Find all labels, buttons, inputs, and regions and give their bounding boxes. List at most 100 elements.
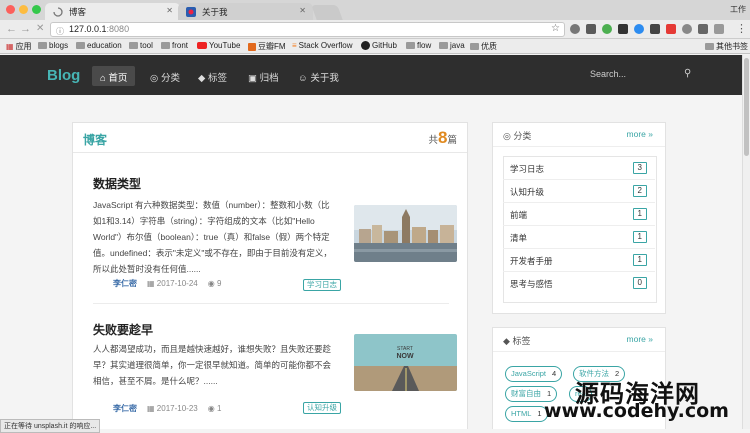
nav-item-tags[interactable]: ◆ 标签 [190,66,235,86]
tag-pill[interactable]: JavaScript 4 [505,366,563,382]
archive-icon: ▣ [248,73,257,84]
bookmark-youtube[interactable]: YouTube [197,41,240,50]
minimize-window-button[interactable] [19,5,28,14]
extension-icon[interactable] [586,24,596,34]
url-port: :8080 [106,24,130,34]
site-logo[interactable]: Blog [47,67,80,84]
extension-icon[interactable] [682,24,692,34]
eye-icon: ◉ [207,404,215,413]
tab-blog[interactable]: 博客 ✕ [45,3,180,20]
youtube-icon [197,42,207,49]
category-item[interactable]: 思考与感悟 0 [503,272,655,295]
bookmarks-bar: ▦ 应用 blogs education tool front YouTube 豆… [0,39,750,54]
bookmark-stackoverflow[interactable]: ≡ Stack Overflow [292,41,352,50]
bookmark-java[interactable]: java [439,41,465,50]
user-icon: ☺ [298,73,308,84]
folder-icon [161,42,170,49]
url-host: 127.0.0.1 [69,24,107,34]
search-icon[interactable]: ⚲ [684,68,691,79]
extension-icon[interactable] [698,24,708,34]
post-tag[interactable]: 学习日志 [303,279,341,291]
tab-about[interactable]: 关于我 ✕ [178,3,313,20]
nav-item-archive[interactable]: ▣ 归档 [240,66,287,86]
post-author[interactable]: 李仁密 [113,403,137,414]
bookmark-apps[interactable]: ▦ 应用 [6,41,32,52]
category-item[interactable]: 清单 1 [503,226,655,249]
nav-item-about[interactable]: ☺ 关于我 [290,66,347,86]
menu-icon[interactable]: ⋮ [736,22,747,35]
bookmark-github[interactable]: GitHub [361,41,397,50]
search-input[interactable]: Search... [590,69,626,79]
scrollbar-thumb[interactable] [744,58,749,156]
tag-panel-title: ◆ 标签 [503,336,531,346]
post-title[interactable]: 失败要趁早 [93,321,153,338]
zoom-window-button[interactable] [32,5,41,14]
category-item[interactable]: 认知升级 2 [503,180,655,203]
post-author[interactable]: 李仁密 [113,278,137,289]
extension-icon[interactable] [650,24,660,34]
window-profile-label[interactable]: 工作 [730,4,746,15]
post-item: 失败要趁早 人人都渴望成功，而且是越快速越好，谁想失败？且失败还要趁早？其实道理… [93,321,457,429]
post-title[interactable]: 数据类型 [93,175,141,192]
github-icon [361,41,370,50]
bookmark-tool[interactable]: tool [129,41,153,50]
bookmark-star-icon[interactable]: ☆ [551,23,560,34]
category-item[interactable]: 前端 1 [503,203,655,226]
tag-pill[interactable]: HTML 1 [505,406,548,422]
category-count-badge: 1 [632,231,647,243]
back-arrow-icon[interactable]: ← [6,23,17,35]
bookmark-flow[interactable]: flow [406,41,431,50]
extension-icon[interactable] [714,24,724,34]
apps-grid-icon: ▦ [6,42,14,51]
nav-item-categories[interactable]: ◎ 分类 [142,66,188,86]
eye-icon: ◉ [207,279,215,288]
bookmark-education[interactable]: education [76,41,122,50]
bookmark-other[interactable]: 其他书签 [705,41,748,52]
pin-icon: ◎ [503,131,511,141]
tag-more-link[interactable]: more » [627,334,653,344]
category-item[interactable]: 学习日志 3 [503,157,655,180]
forward-arrow-icon[interactable]: → [20,23,31,35]
post-date: ▦ 2017-10-24 [147,279,198,288]
extension-icon[interactable] [618,24,628,34]
category-count-badge: 2 [632,185,647,197]
extension-icon[interactable] [570,24,580,34]
folder-icon [129,42,138,49]
extension-icon[interactable] [602,24,612,34]
post-thumbnail[interactable]: START NOW [354,334,457,391]
extension-icon[interactable] [634,24,644,34]
new-tab-button[interactable] [311,5,343,20]
address-toolbar: ← → ✕ ⓘ 127.0.0.1:8080 ☆ ⋮ [0,20,750,39]
stackoverflow-icon: ≡ [292,41,297,50]
tag-icon: ◆ [198,73,206,84]
stop-loading-icon[interactable]: ✕ [36,23,44,34]
post-count: 共8篇 [428,128,458,147]
post-divider [93,303,449,304]
category-more-link[interactable]: more » [627,129,653,139]
category-item[interactable]: 开发者手册 1 [503,249,655,272]
page-info-icon[interactable]: ⓘ [56,25,64,38]
bookmark-blogs[interactable]: blogs [38,41,68,50]
nav-item-home[interactable]: ⌂ 首页 [92,66,136,86]
pin-icon: ◎ [150,73,159,84]
folder-icon [439,42,448,49]
address-bar[interactable]: ⓘ 127.0.0.1:8080 [50,22,565,37]
tab-strip: 博客 ✕ 关于我 ✕ 工作 [0,0,750,20]
bookmark-youzhi[interactable]: 优质 [470,41,497,52]
close-tab-icon[interactable]: ✕ [166,6,173,15]
post-views: ◉ 9 [207,279,222,288]
bookmark-doubanfm[interactable]: 豆瓣FM [248,41,286,52]
close-tab-icon[interactable]: ✕ [299,6,306,15]
post-tag[interactable]: 认知升级 [303,402,341,414]
road-photo: START NOW [354,334,457,391]
tab-title: 关于我 [202,7,228,17]
start-now-text: NOW [396,353,414,360]
post-thumbnail[interactable] [354,205,457,262]
bookmark-front[interactable]: front [161,41,188,50]
calendar-icon: ▦ [147,404,155,413]
extension-icon[interactable] [666,24,676,34]
site-navbar: Blog ⌂ 首页 ◎ 分类 ◆ 标签 ▣ 归档 ☺ 关于我 Search...… [0,55,742,95]
post-excerpt: JavaScript 有六种数据类型：数值（number）：整数和小数（比如1和… [93,200,332,274]
post-views: ◉ 1 [207,404,222,413]
close-window-button[interactable] [6,5,15,14]
